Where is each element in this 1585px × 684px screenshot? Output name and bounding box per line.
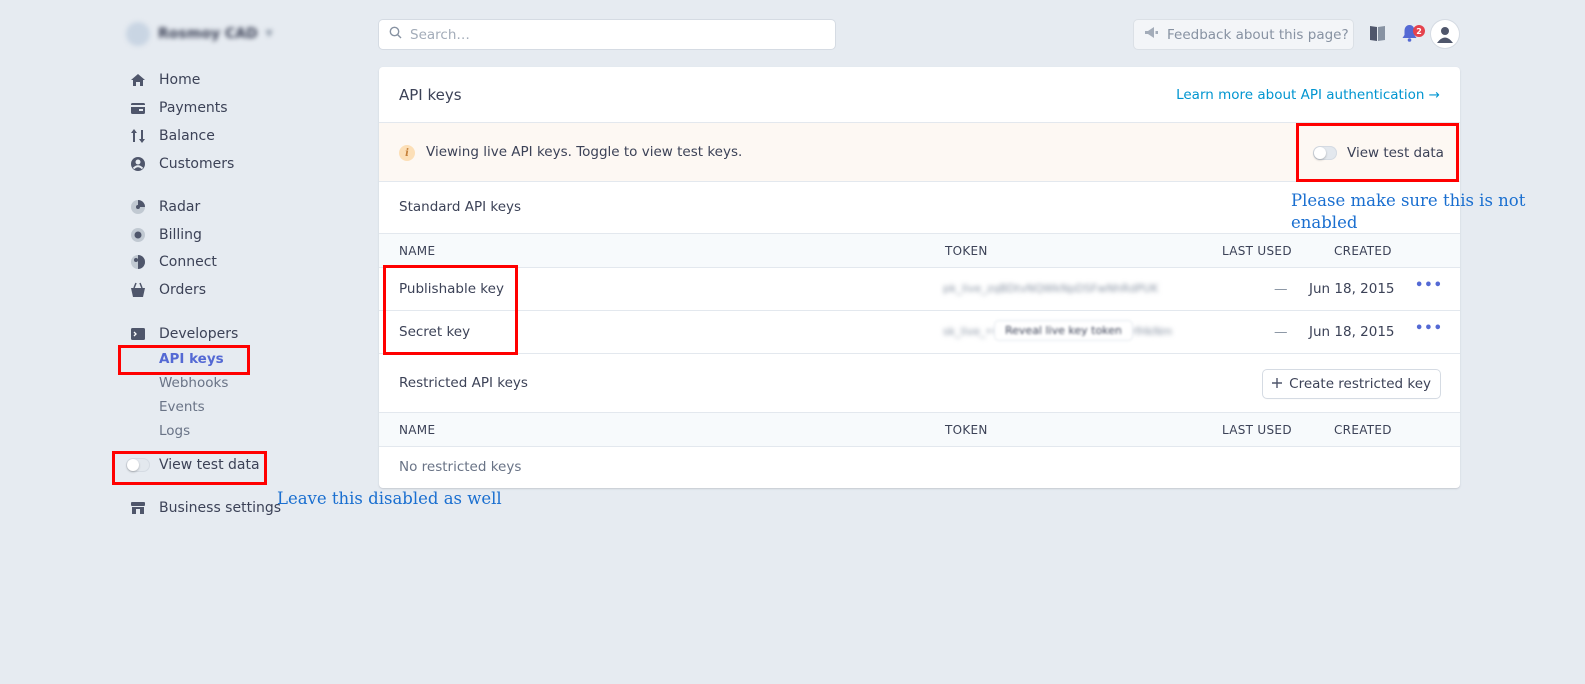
home-icon (129, 71, 147, 89)
radar-icon (129, 198, 147, 216)
account-logo (126, 22, 150, 46)
col-last-used: LAST USED (1222, 244, 1292, 258)
search-input[interactable]: Search… (379, 20, 835, 49)
sidebar-item-customers[interactable]: Customers (129, 154, 234, 174)
sidebar-subitem-events[interactable]: Events (159, 399, 205, 415)
key-last-used: — (1274, 281, 1288, 297)
avatar[interactable] (1431, 20, 1459, 48)
table-row[interactable]: Secret key sk_live_•••••••••••••••••••••… (379, 311, 1460, 354)
account-switcher[interactable]: Rosmoy CAD ▼ (126, 22, 273, 46)
standard-keys-header: NAME TOKEN LAST USED CREATED (379, 233, 1460, 268)
col-token: TOKEN (945, 423, 988, 437)
store-icon (129, 499, 147, 517)
connect-icon (129, 253, 147, 271)
learn-api-auth-link[interactable]: Learn more about API authentication → (1176, 87, 1440, 103)
standard-keys-title: Standard API keys (399, 199, 522, 215)
col-last-used: LAST USED (1222, 423, 1292, 437)
key-created: Jun 18, 2015 (1309, 324, 1395, 340)
feedback-label: Feedback about this page? (1167, 26, 1349, 43)
annotation-box-notice-toggle (1296, 123, 1459, 182)
key-last-used: — (1274, 324, 1288, 340)
col-created: CREATED (1334, 244, 1392, 258)
create-restricted-key-label: Create restricted key (1289, 376, 1431, 392)
sidebar-item-label: Radar (159, 199, 201, 215)
more-options-icon[interactable]: ••• (1415, 321, 1443, 336)
sidebar-item-billing[interactable]: Billing (129, 225, 202, 245)
search-icon (389, 26, 402, 43)
sidebar-item-orders[interactable]: Orders (129, 280, 206, 300)
col-created: CREATED (1334, 423, 1392, 437)
sidebar-item-label: Home (159, 72, 201, 88)
megaphone-icon (1144, 26, 1159, 43)
restricted-keys-header: NAME TOKEN LAST USED CREATED (379, 412, 1460, 447)
notice-text: Viewing live API keys. Toggle to view te… (426, 144, 743, 160)
notifications-badge: 2 (1413, 25, 1425, 37)
sidebar-item-business-settings[interactable]: Business settings (129, 498, 281, 518)
account-name: Rosmoy CAD (158, 26, 258, 42)
sidebar-item-developers[interactable]: Developers (129, 324, 238, 344)
sidebar-item-label: Customers (159, 156, 235, 172)
orders-icon (129, 281, 147, 299)
col-name: NAME (399, 423, 436, 437)
balance-icon (129, 127, 147, 145)
sidebar-item-home[interactable]: Home (129, 70, 200, 90)
payments-icon (129, 99, 147, 117)
reveal-key-button[interactable]: Reveal live key token (995, 321, 1132, 340)
annotation-note-top: Please make sure this is not enabled (1291, 191, 1526, 232)
info-icon: i (399, 145, 415, 161)
customers-icon (129, 155, 147, 173)
annotation-box-key-names (383, 265, 518, 355)
sidebar-item-payments[interactable]: Payments (129, 98, 228, 118)
col-name: NAME (399, 244, 436, 258)
annotation-box-view-test-data (112, 451, 267, 485)
sidebar-item-label: Balance (159, 128, 215, 144)
annotation-box-api-keys (118, 345, 250, 375)
create-restricted-key-button[interactable]: Create restricted key (1263, 370, 1440, 398)
sidebar-item-radar[interactable]: Radar (129, 197, 200, 217)
plus-icon (1272, 376, 1283, 392)
sidebar-item-label: Billing (159, 227, 202, 243)
docs-book-icon[interactable] (1369, 24, 1386, 46)
key-created: Jun 18, 2015 (1309, 281, 1395, 297)
search-placeholder: Search… (410, 26, 470, 43)
feedback-button[interactable]: Feedback about this page? (1134, 20, 1353, 49)
page-title: API keys (399, 86, 462, 104)
sidebar-item-label: Payments (159, 100, 228, 116)
sidebar-item-label: Orders (159, 282, 207, 298)
col-token: TOKEN (945, 244, 988, 258)
sidebar-item-label: Connect (159, 254, 217, 270)
sidebar-item-balance[interactable]: Balance (129, 126, 215, 146)
sidebar-subitem-logs[interactable]: Logs (159, 423, 190, 439)
annotation-note-sidebar: Leave this disabled as well (277, 489, 502, 508)
sidebar-subitem-webhooks[interactable]: Webhooks (159, 375, 228, 391)
billing-icon (129, 226, 147, 244)
user-icon (1437, 27, 1453, 43)
more-options-icon[interactable]: ••• (1415, 278, 1443, 293)
restricted-keys-title: Restricted API keys (399, 375, 528, 391)
terminal-icon (129, 325, 147, 343)
empty-restricted-keys: No restricted keys (399, 459, 522, 475)
sidebar-item-connect[interactable]: Connect (129, 252, 217, 272)
key-token[interactable]: pk_live_zqBDtvNQWkNpDSFwNhRdPUK (943, 282, 1158, 295)
sidebar-item-label: Business settings (159, 500, 282, 516)
chevron-down-icon: ▼ (265, 29, 273, 39)
table-row[interactable]: Publishable key pk_live_zqBDtvNQWkNpDSFw… (379, 268, 1460, 311)
sidebar-item-label: Developers (159, 326, 239, 342)
